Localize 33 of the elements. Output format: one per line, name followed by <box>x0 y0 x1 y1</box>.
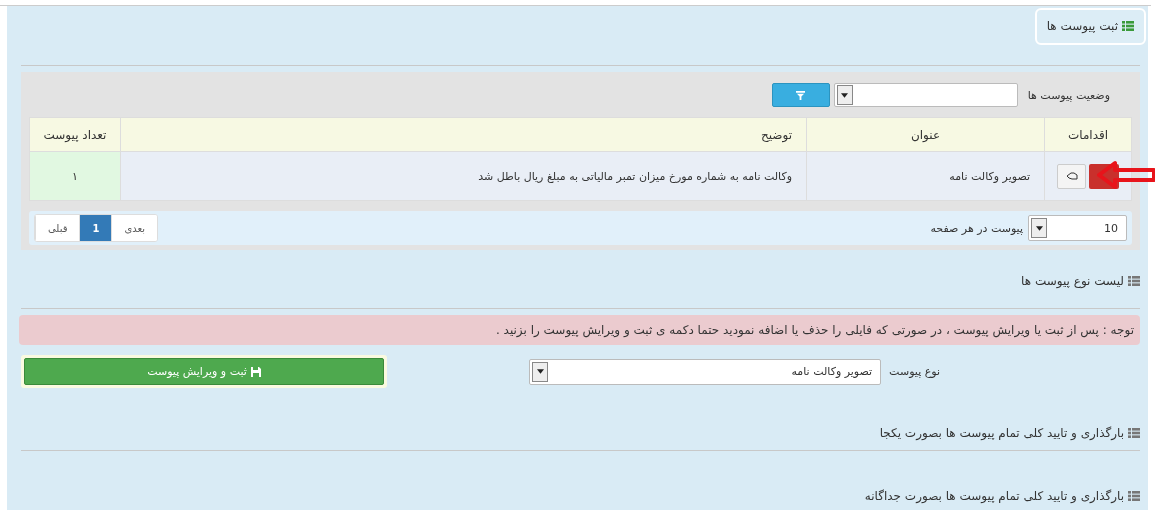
column-header: اقدامات <box>1044 117 1132 152</box>
page-size-select[interactable]: 10 <box>1028 215 1127 241</box>
list-icon <box>1128 491 1140 501</box>
column-header: تعداد پیوست <box>29 117 121 152</box>
status-select[interactable] <box>833 83 1018 107</box>
page-link[interactable]: بعدی <box>111 215 158 241</box>
dropdown-icon <box>532 361 549 382</box>
dropdown-icon <box>836 85 853 105</box>
filter-label: وضعیت پیوست ها <box>1027 88 1110 102</box>
filter-button[interactable] <box>771 83 830 107</box>
section-title: لیست نوع پیوست ها <box>1021 274 1124 288</box>
table-cell: ۱ <box>29 151 121 201</box>
list-icon <box>1122 21 1134 31</box>
list-icon <box>1128 276 1140 286</box>
panel-tab[interactable]: ثبت پیوست ها <box>1034 8 1146 45</box>
alert-message: توجه : پس از ثبت یا ویرایش پیوست ، در صورتی که فایلی را حذف یا اضافه نمودید حتما دکمه ی ثبت و ویرایش پیوست را بزنید . <box>19 315 1140 345</box>
page-size-label: پیوست در هر صفحه <box>930 221 1023 235</box>
filter-icon <box>796 90 806 100</box>
table-cell: تصویر وکالت نامه <box>806 151 1045 201</box>
dropdown-icon <box>1031 218 1047 238</box>
page-link[interactable]: 1 <box>79 215 112 241</box>
section-title: بارگذاری و تایید کلی تمام پیوست ها بصورت یکجا <box>879 426 1124 440</box>
save-icon <box>250 366 261 377</box>
attachment-type-label: نوع پیوست <box>889 365 940 378</box>
attachment-type-select[interactable]: تصویر وکالت نامه <box>529 358 882 385</box>
arrow-annotation <box>1097 160 1155 190</box>
tab-title: ثبت پیوست ها <box>1046 19 1118 33</box>
column-header: توضیح <box>120 117 807 152</box>
table-cell: وکالت نامه به شماره مورخ میزان تمبر مالیاتی به مبلغ ریال باطل شد <box>120 151 807 201</box>
section-title: بارگذاری و تایید کلی تمام پیوست ها بصورت جداگانه <box>864 489 1124 503</box>
column-header: عنوان <box>806 117 1045 152</box>
list-icon <box>1128 428 1140 438</box>
view-button[interactable] <box>1057 163 1086 189</box>
